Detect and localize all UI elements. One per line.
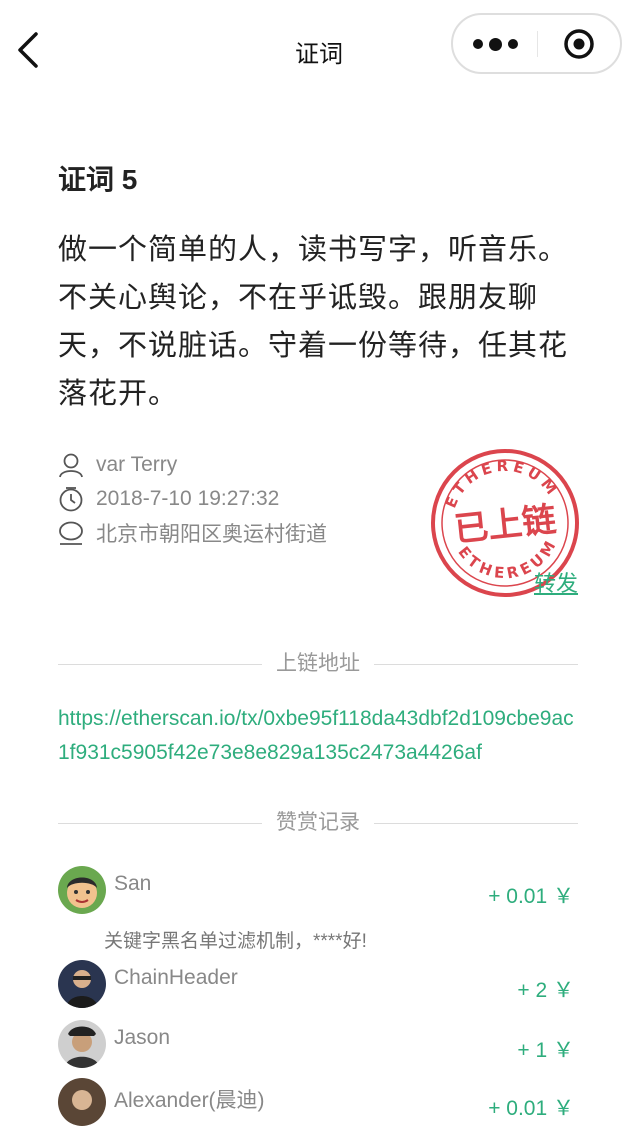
- reward-amount: + 0.01 ￥: [488, 885, 574, 908]
- more-button[interactable]: [471, 29, 521, 59]
- avatar[interactable]: [58, 1078, 106, 1126]
- reward-amount: + 1 ￥: [517, 1039, 574, 1062]
- more-dots-icon: [473, 39, 483, 49]
- location-row: 北京市朝阳区奥运村街道: [58, 518, 327, 548]
- reward-amount: + 0.01 ￥: [488, 1097, 574, 1120]
- more-dot: [489, 38, 502, 51]
- reward-name: ChainHeader: [114, 966, 238, 989]
- avatar[interactable]: [58, 960, 106, 1008]
- reward-name: Alexander(晨迪): [114, 1089, 265, 1112]
- reward-name: Jason: [114, 1026, 171, 1049]
- rewards-section-header: 赞赏记录: [58, 808, 578, 838]
- mini-program-capsule: [451, 13, 622, 74]
- reward-note: 关键字黑名单过滤机制，****好!: [104, 931, 367, 952]
- avatar[interactable]: [58, 1020, 106, 1068]
- close-button[interactable]: [563, 28, 595, 60]
- user-icon: [59, 453, 83, 478]
- divider-line: [374, 664, 578, 665]
- location-text: 北京市朝阳区奥运村街道: [96, 523, 327, 546]
- share-link[interactable]: 转发: [534, 566, 578, 598]
- etherscan-tx-link[interactable]: https://etherscan.io/tx/0xbe95f118da43db…: [58, 702, 583, 770]
- chain-section-header: 上链地址: [58, 649, 578, 679]
- timestamp: 2018-7-10 19:27:32: [96, 487, 280, 510]
- divider-line: [374, 823, 578, 824]
- clock-icon: [59, 487, 83, 512]
- avatar[interactable]: [58, 866, 106, 914]
- target-close-icon: [564, 29, 594, 59]
- more-dot: [508, 39, 518, 49]
- testimony-body: 做一个简单的人，读书写字，听音乐。不关心舆论，不在乎诋毁。跟朋友聊天，不说脏话。…: [58, 234, 569, 410]
- reward-amount: + 2 ￥: [517, 979, 574, 1002]
- nav-bar: 证词: [0, 0, 638, 96]
- author-row: var Terry: [58, 450, 177, 480]
- location-pin-icon: [59, 521, 83, 545]
- author-name: var Terry: [96, 453, 178, 476]
- testimony-heading: 证词 5: [58, 164, 138, 195]
- capsule-divider: [537, 31, 538, 57]
- reward-name: San: [114, 872, 152, 895]
- time-row: 2018-7-10 19:27:32: [58, 484, 279, 514]
